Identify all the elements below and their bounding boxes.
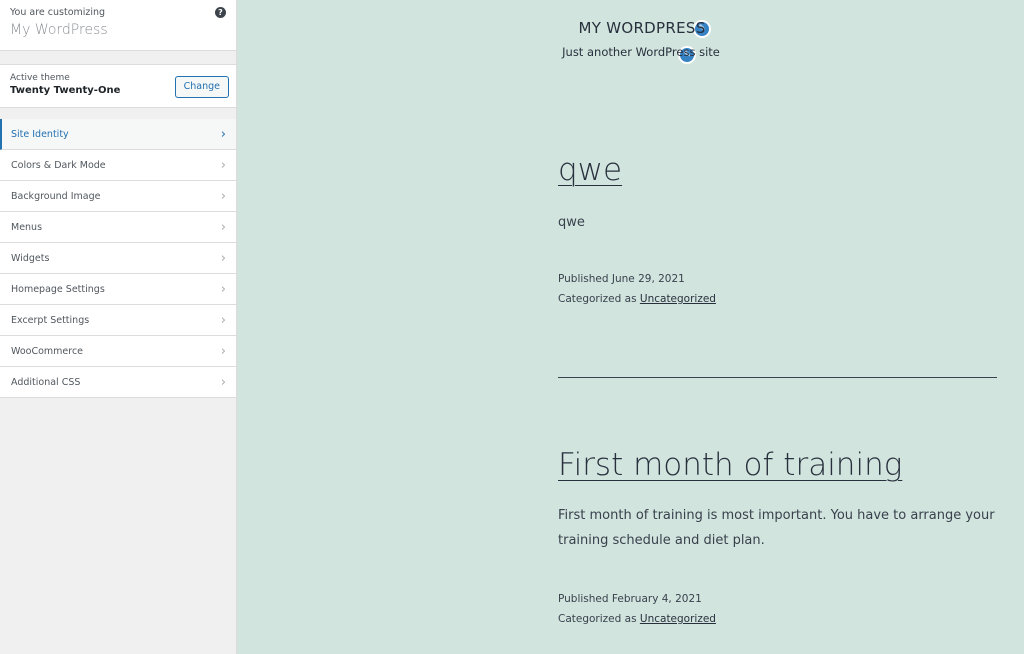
menu-item-label: Excerpt Settings [11,315,90,326]
menu-item-excerpt-settings[interactable]: Excerpt Settings › [0,305,236,336]
post-title-link[interactable]: qwe [558,152,622,188]
menu-item-site-identity[interactable]: Site Identity › [0,119,236,150]
menu-item-label: Menus [11,222,43,233]
menu-item-label: WooCommerce [11,346,84,357]
customizer-menu: Site Identity › Colors & Dark Mode › Bac… [0,119,236,398]
customizer-header: You are customizing My WordPress ? [0,0,236,51]
post-title-link[interactable]: First month of training [558,447,902,483]
menu-item-label: Widgets [11,253,50,264]
post-excerpt: First month of training is most importan… [558,508,995,548]
help-icon[interactable]: ? [215,7,226,18]
post-category: Categorized as Uncategorized [558,289,998,309]
post: qwe qwe Published June 29, 2021 Categori… [558,152,998,309]
chevron-right-icon: › [220,127,226,142]
chevron-right-icon: › [220,158,226,173]
site-description: Just another WordPress site [238,45,1024,59]
menu-item-woocommerce[interactable]: WooCommerce › [0,336,236,367]
site-preview: ✎ MY WORDPRESS ✎ Just another WordPress … [238,0,1024,654]
chevron-right-icon: › [220,375,226,390]
site-title-text[interactable]: MY WORDPRESS [578,19,705,37]
chevron-right-icon: › [220,282,226,297]
post-category: Categorized as Uncategorized [558,609,998,629]
post-separator [558,377,997,378]
chevron-right-icon: › [220,189,226,204]
menu-item-label: Background Image [11,191,101,202]
customizing-label: You are customizing [10,7,106,18]
menu-item-additional-css[interactable]: Additional CSS › [0,367,236,398]
category-link[interactable]: Uncategorized [640,293,716,305]
chevron-right-icon: › [220,220,226,235]
post-published-date: Published June 29, 2021 [558,273,685,285]
menu-item-label: Homepage Settings [11,284,105,295]
menu-item-label: Additional CSS [11,377,81,388]
category-prefix: Categorized as [558,293,640,305]
site-name: My WordPress [10,22,108,38]
customizer-sidebar: You are customizing My WordPress ? Activ… [0,0,237,654]
chevron-right-icon: › [220,251,226,266]
change-theme-button[interactable]: Change [174,76,229,98]
menu-item-label: Colors & Dark Mode [11,160,106,171]
post-excerpt: qwe [558,215,585,230]
menu-item-menus[interactable]: Menus › [0,212,236,243]
menu-item-background-image[interactable]: Background Image › [0,181,236,212]
post-published-date: Published February 4, 2021 [558,593,702,605]
category-prefix: Categorized as [558,613,640,625]
menu-item-homepage-settings[interactable]: Homepage Settings › [0,274,236,305]
site-title[interactable]: MY WORDPRESS [238,19,1024,37]
active-theme-panel: Active theme Twenty Twenty-One Change [0,64,236,108]
menu-item-label: Site Identity [11,129,69,140]
menu-item-colors-dark-mode[interactable]: Colors & Dark Mode › [0,150,236,181]
menu-item-widgets[interactable]: Widgets › [0,243,236,274]
chevron-right-icon: › [220,344,226,359]
site-description-text: Just another WordPress site [562,45,720,59]
chevron-right-icon: › [220,313,226,328]
post: First month of training First month of t… [558,447,998,629]
category-link[interactable]: Uncategorized [640,613,716,625]
